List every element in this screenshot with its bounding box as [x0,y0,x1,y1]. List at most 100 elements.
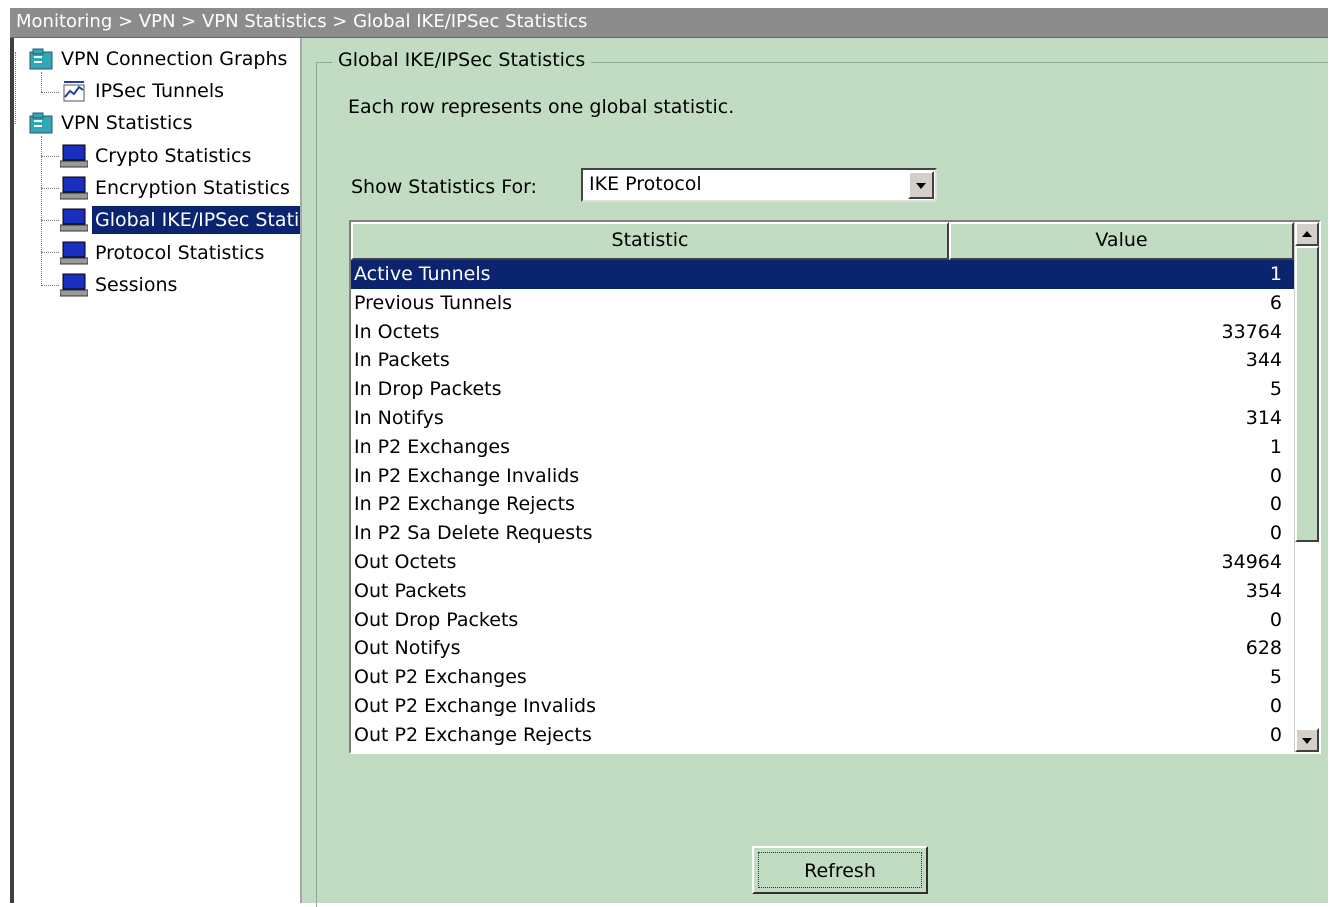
tree-connector [41,252,59,253]
table-row[interactable]: Out P2 Exchanges 5 [351,663,1294,692]
monitor-icon [59,144,89,168]
table-row[interactable]: In Packets 344 [351,346,1294,375]
tree-connector [15,52,16,124]
navigation-tree: VPN Connection Graphs IPSec Tunnels VPN … [14,38,302,903]
folder-db-icon [28,47,54,71]
table-row[interactable]: Out P2 Exchange Invalids 0 [351,692,1294,721]
chevron-down-icon[interactable] [908,171,934,199]
table-row[interactable]: In P2 Exchanges 1 [351,433,1294,462]
column-header-statistic[interactable]: Statistic [351,222,949,260]
cell-value: 0 [1269,493,1282,516]
table-row[interactable]: In P2 Exchange Invalids 0 [351,462,1294,491]
cell-value: 354 [1245,579,1282,602]
statistics-type-select[interactable]: IKE Protocol [581,168,937,202]
cell-statistic: Active Tunnels [354,263,491,285]
tree-item-label: IPSec Tunnels [95,80,225,102]
tree-item-vpn-connection-graphs[interactable]: VPN Connection Graphs [28,45,290,73]
cell-value: 6 [1269,291,1282,314]
tree-item-global-ike-ipsec-statistics[interactable]: Global IKE/IPSec Statistics [59,206,300,234]
cell-statistic: In P2 Exchanges [354,435,511,458]
monitor-icon [59,176,89,200]
description-text: Each row represents one global statistic… [348,96,735,118]
column-header-value[interactable]: Value [949,222,1294,260]
tree-item-label: Global IKE/IPSec Statistics [92,206,300,234]
cell-statistic: Out Drop Packets [354,608,519,631]
table-row[interactable]: Out Drop Packets 0 [351,606,1294,635]
tree-item-encryption-statistics[interactable]: Encryption Statistics [59,174,293,202]
refresh-button-label: Refresh [758,852,922,888]
breadcrumb: Monitoring > VPN > VPN Statistics > Glob… [10,8,1328,38]
cell-statistic: In P2 Sa Delete Requests [354,522,593,545]
cell-value: 5 [1269,378,1282,401]
cell-value: 628 [1245,637,1282,660]
tree-item-protocol-statistics[interactable]: Protocol Statistics [59,239,267,267]
tree-item-label: VPN Connection Graphs [61,48,288,70]
main-panel: Global IKE/IPSec Statistics Each row rep… [302,38,1328,907]
statistics-table: Statistic Value Active Tunnels 1 Previous … [349,220,1321,754]
table-row[interactable]: In Notifys 314 [351,404,1294,433]
scroll-up-icon[interactable] [1295,222,1319,246]
tree-item-label: Encryption Statistics [95,177,290,199]
cell-value: 1 [1269,263,1282,285]
cell-statistic: Out P2 Exchange Invalids [354,694,596,717]
cell-statistic: Out Notifys [354,637,461,660]
tree-connector [41,220,59,221]
tree-item-vpn-statistics[interactable]: VPN Statistics [28,109,196,137]
cell-value: 314 [1245,406,1282,429]
cell-statistic: In P2 Exchange Invalids [354,464,580,487]
table-row[interactable]: Active Tunnels 1 [351,260,1294,289]
tree-item-crypto-statistics[interactable]: Crypto Statistics [59,142,254,170]
cell-value: 0 [1269,522,1282,545]
monitor-icon [59,273,89,297]
table-row[interactable]: Out P2 Exchange Rejects 0 [351,721,1294,750]
table-row[interactable]: Previous Tunnels 6 [351,289,1294,318]
scroll-down-icon[interactable] [1295,728,1319,752]
table-row[interactable]: Out Notifys 628 [351,634,1294,663]
cell-value: 0 [1269,694,1282,717]
refresh-button[interactable]: Refresh [752,846,928,894]
table-header: Statistic Value [351,222,1294,260]
tree-item-ipsec-tunnels[interactable]: IPSec Tunnels [60,77,227,105]
folder-db-icon [28,111,54,135]
select-value: IKE Protocol [589,173,702,195]
cell-value: 0 [1269,464,1282,487]
tree-connector [41,156,59,157]
table-row[interactable]: Out Packets 354 [351,577,1294,606]
cell-value: 0 [1269,608,1282,631]
tree-connector [41,188,59,189]
cell-value: 1 [1269,435,1282,458]
table-row[interactable]: In P2 Sa Delete Requests 0 [351,519,1294,548]
tree-item-label: VPN Statistics [61,112,193,134]
tree-connector [41,92,59,93]
cell-statistic: Out P2 Exchange Rejects [354,723,592,746]
scrollbar-thumb[interactable] [1295,246,1319,542]
tree-item-label: Protocol Statistics [95,242,265,264]
cell-statistic: Previous Tunnels [354,291,513,314]
tree-item-sessions[interactable]: Sessions [59,271,180,299]
cell-statistic: Out Packets [354,579,467,602]
tree-item-label: Sessions [95,274,178,296]
cell-statistic: In Notifys [354,406,444,429]
cell-value: 34964 [1221,550,1282,573]
monitor-icon [59,208,89,232]
cell-statistic: In Packets [354,349,450,372]
cell-statistic: In Drop Packets [354,378,502,401]
cell-value: 0 [1269,723,1282,746]
cell-value: 344 [1245,349,1282,372]
show-statistics-label: Show Statistics For: [351,176,537,198]
graph-icon [60,79,88,103]
table-body: Active Tunnels 1 Previous Tunnels 6 In Octet… [351,260,1294,750]
vertical-scrollbar[interactable] [1294,222,1319,752]
cell-statistic: Out P2 Exchanges [354,666,527,689]
cell-statistic: In Octets [354,320,440,343]
cell-value: 33764 [1221,320,1282,343]
cell-value: 5 [1269,666,1282,689]
cell-statistic: In P2 Exchange Rejects [354,493,575,516]
tree-connector [41,72,42,92]
table-row[interactable]: In Drop Packets 5 [351,375,1294,404]
table-row[interactable]: Out Octets 34964 [351,548,1294,577]
tree-connector [41,285,59,286]
table-row[interactable]: In Octets 33764 [351,318,1294,347]
cell-statistic: Out Octets [354,550,457,573]
table-row[interactable]: In P2 Exchange Rejects 0 [351,490,1294,519]
